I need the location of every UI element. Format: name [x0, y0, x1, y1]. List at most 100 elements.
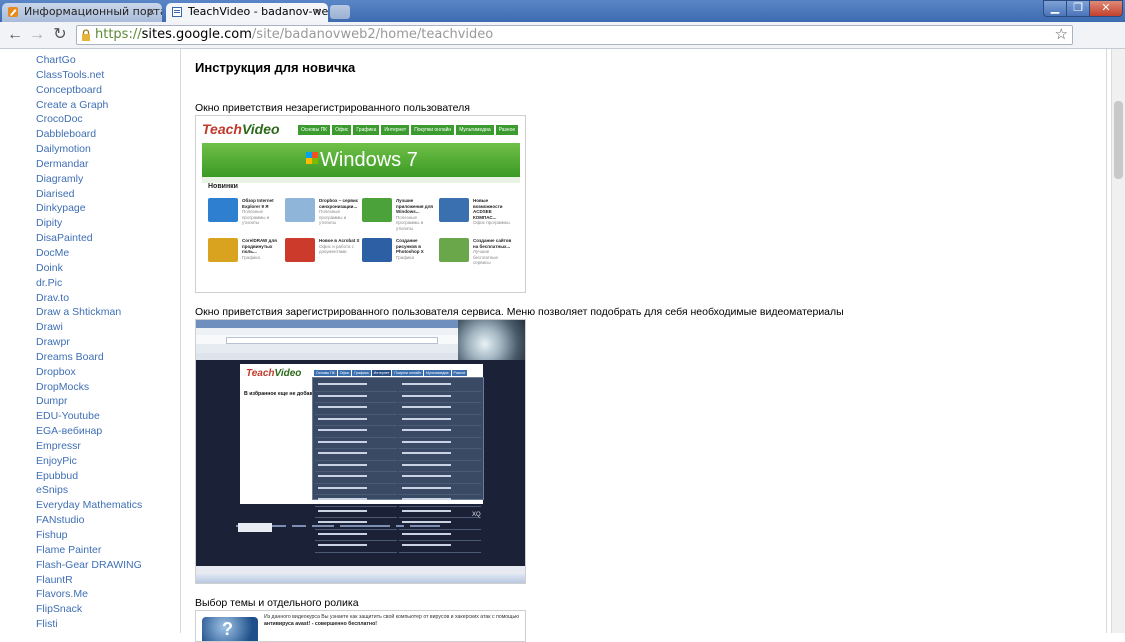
sidebar-link[interactable]: EDU-Youtube — [36, 409, 142, 424]
caption-registered: Окно приветствия зарегистрированного пол… — [195, 306, 844, 318]
sidebar-link-list: ChartGo ClassTools.net Conceptboard Create … — [36, 53, 142, 632]
sidebar-link[interactable]: Dabbleboard — [36, 127, 142, 142]
browser-chrome — [196, 320, 525, 360]
sidebar-link[interactable]: Dermandar — [36, 157, 142, 172]
sidebar-link[interactable]: EnjoyPic — [36, 454, 142, 469]
dropdown-row — [315, 452, 397, 461]
banner-text: Windows 7 — [320, 149, 418, 171]
video-card: Новое в Acrobat X Офис и работа с докумен… — [285, 238, 361, 274]
sidebar-link[interactable]: Flavors.Me — [36, 587, 142, 602]
content-divider — [1106, 49, 1107, 633]
sidebar-link[interactable]: Conceptboard — [36, 83, 142, 98]
footer-links — [236, 517, 496, 527]
teachvideo-page: TeachVideo Основы ПК Офис Графика Интернет П… — [240, 364, 484, 553]
dropdown-row — [315, 487, 397, 495]
sidebar-link[interactable]: Diarised — [36, 187, 142, 202]
dropdown-row — [399, 406, 481, 415]
sidebar-link[interactable]: DisaPainted — [36, 231, 142, 246]
sidebar-link[interactable]: Flame Painter — [36, 543, 142, 558]
dropdown-row — [315, 418, 397, 426]
nav-item: Интернет — [371, 370, 392, 376]
dropdown-row — [315, 383, 397, 392]
tab-info-portal[interactable]: Информационный портал × — [2, 3, 162, 22]
sidebar-link[interactable]: Drawi — [36, 320, 142, 335]
dropdown-row — [399, 544, 481, 553]
scrollbar-thumb[interactable] — [1114, 101, 1123, 179]
sidebar-link[interactable]: FlauntR — [36, 573, 142, 588]
sidebar-link[interactable]: Drav.to — [36, 291, 142, 306]
dropdown-row — [399, 464, 481, 472]
sidebar-link[interactable]: Dumpr — [36, 394, 142, 409]
scrollbar[interactable] — [1111, 49, 1125, 633]
sidebar-link[interactable]: dr.Pic — [36, 276, 142, 291]
video-card-text: Создание сайтов на бесплатных... Лучшие б… — [473, 238, 515, 266]
dropdown-row — [315, 475, 397, 484]
sidebar-link[interactable]: Dipity — [36, 216, 142, 231]
close-window-button[interactable]: ✕ — [1089, 0, 1123, 17]
sidebar-link[interactable]: Flisti — [36, 617, 142, 632]
sidebar-link[interactable]: Empressr — [36, 439, 142, 454]
video-title: Обзор Internet Explorer 9 Я — [242, 198, 274, 209]
sidebar-link[interactable]: Draw a Shtickman — [36, 305, 142, 320]
windows7-banner: Windows 7 — [202, 143, 520, 177]
tab-teachvideo[interactable]: TeachVideo - badanov-web2 × — [166, 3, 328, 22]
lock-icon — [82, 29, 90, 41]
sidebar-link[interactable]: Everyday Mathematics — [36, 498, 142, 513]
sidebar-link[interactable]: Dropbox — [36, 365, 142, 380]
sidebar-link[interactable]: Flash-Gear DRAWING — [36, 558, 142, 573]
sidebar-link[interactable]: DropMocks — [36, 380, 142, 395]
sidebar-link[interactable]: ClassTools.net — [36, 68, 142, 83]
video-card: Создание сайтов на бесплатных... Лучшие б… — [439, 238, 515, 274]
tab-close-icon[interactable]: × — [147, 3, 156, 21]
caption-unregistered: Окно приветствия незарегистрированного п… — [195, 102, 470, 114]
address-bar[interactable]: https://sites.google.com/site/badanovweb… — [76, 25, 1073, 45]
sidebar-link[interactable]: Dinkypage — [36, 201, 142, 216]
nav-item: Графика — [352, 370, 371, 376]
video-card-text: Новые возможности ACDSEE КОМПАС... Офис п… — [473, 198, 515, 226]
dropdown-row — [399, 429, 481, 438]
sidebar-link[interactable]: CrocoDoc — [36, 112, 142, 127]
sidebar-link[interactable]: eSnips — [36, 483, 142, 498]
reload-icon[interactable]: ↻ — [51, 26, 69, 44]
maximize-button[interactable]: ❐ — [1066, 0, 1090, 17]
tab-strip: Информационный портал × TeachVideo - bad… — [0, 0, 1125, 22]
back-arrow-icon[interactable]: ← — [6, 26, 24, 44]
browser-toolbar: ← → ↻ https://sites.google.com/site/bada… — [0, 22, 1125, 67]
video-category: Графика — [396, 254, 414, 260]
teachvideo-logo: TeachVideo — [246, 368, 302, 379]
sidebar-link[interactable]: Diagramly — [36, 172, 142, 187]
forward-arrow-icon[interactable]: → — [28, 26, 46, 44]
tab-title: TeachVideo - badanov-web2 — [188, 5, 328, 18]
sidebar: ChartGo ClassTools.net Conceptboard Create … — [0, 49, 181, 633]
video-card: CorelDRAW для продвинутых поль... Графика — [208, 238, 284, 274]
sidebar-link[interactable]: Drawpr — [36, 335, 142, 350]
dropdown-row — [399, 452, 481, 461]
sidebar-link[interactable]: Doink — [36, 261, 142, 276]
sidebar-link[interactable]: Fishup — [36, 528, 142, 543]
page-heading: Инструкция для новичка — [195, 60, 356, 75]
sidebar-link[interactable]: ChartGo — [36, 53, 142, 68]
sidebar-link[interactable]: DocMe — [36, 246, 142, 261]
teachvideo-logo: TeachVideo — [202, 121, 280, 137]
video-category: Графика — [242, 254, 260, 260]
favorites-empty-text: В избранное еще не добавле — [244, 391, 319, 397]
dropdown-row — [315, 533, 397, 541]
tab-close-icon[interactable]: × — [313, 3, 322, 21]
video-thumbnail — [362, 238, 392, 262]
sidebar-link[interactable]: Dailymotion — [36, 142, 142, 157]
sidebar-link[interactable]: FlipSnack — [36, 602, 142, 617]
decorative-image — [458, 320, 525, 360]
nav-item: Основы ПК — [298, 125, 331, 135]
bookmark-star-icon[interactable]: ☆ — [1055, 26, 1068, 44]
video-card-text: Лучшие приложения для Windows... Полезные… — [396, 198, 438, 231]
video-category: Полезные программы и утилиты — [242, 209, 270, 225]
sidebar-link[interactable]: Epubbud — [36, 469, 142, 484]
sidebar-link[interactable]: FANstudio — [36, 513, 142, 528]
sidebar-link[interactable]: Create a Graph — [36, 98, 142, 113]
new-tab-button[interactable] — [330, 5, 350, 19]
minimize-button[interactable]: ▁ — [1043, 0, 1067, 17]
video-title: Лучшие приложения для Windows... — [396, 198, 434, 214]
help-icon: ? — [202, 617, 258, 641]
sidebar-link[interactable]: EGA-вебинар — [36, 424, 142, 439]
sidebar-link[interactable]: Dreams Board — [36, 350, 142, 365]
